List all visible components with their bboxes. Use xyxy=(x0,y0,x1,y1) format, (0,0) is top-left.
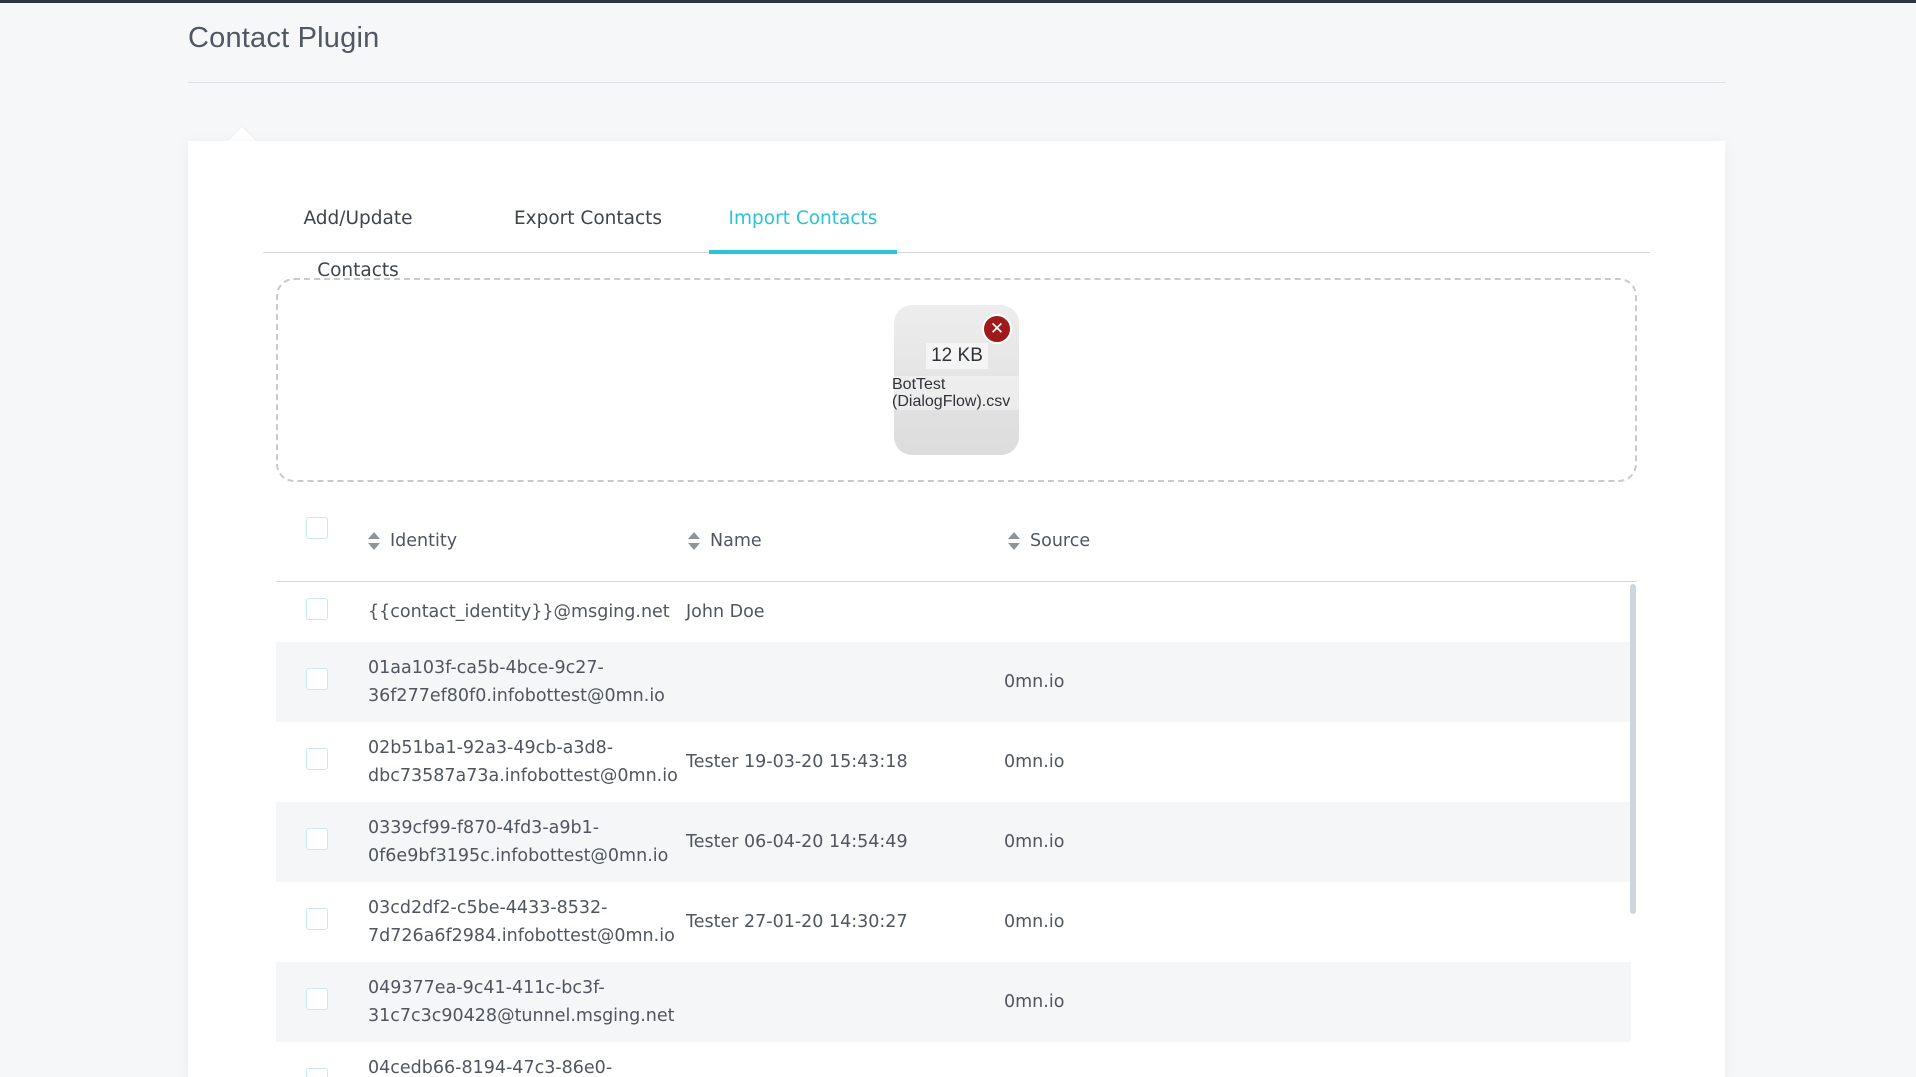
page-title: Contact Plugin xyxy=(188,22,380,54)
row-checkbox[interactable] xyxy=(306,988,328,1010)
sort-icon xyxy=(368,532,380,550)
row-checkbox[interactable] xyxy=(306,668,328,690)
table-scrollbar[interactable] xyxy=(1630,584,1636,914)
identity-cell: 04cedb66-8194-47c3-86e0- xyxy=(368,1058,613,1077)
row-checkbox[interactable] xyxy=(306,908,328,930)
contacts-table: {{contact_identity}}@msging.net John Doe… xyxy=(276,582,1637,1077)
table-row[interactable]: 01aa103f-ca5b-4bce-9c27-36f277ef80f0.inf… xyxy=(276,642,1631,722)
table-row[interactable]: 03cd2df2-c5be-4433-8532-7d726a6f2984.inf… xyxy=(276,882,1631,962)
name-cell: Tester 19-03-20 15:43:18 xyxy=(686,752,908,772)
source-cell: 0mn.io xyxy=(1004,672,1065,692)
name-cell: Tester 27-01-20 14:30:27 xyxy=(686,912,908,932)
tab-bar: Add/Update Contacts Export Contacts Impo… xyxy=(263,193,1650,281)
row-checkbox[interactable] xyxy=(306,598,328,620)
identity-cell: 0339cf99-f870-4fd3-a9b1-0f6e9bf3195c.inf… xyxy=(368,818,669,866)
identity-cell: 03cd2df2-c5be-4433-8532-7d726a6f2984.inf… xyxy=(368,898,675,946)
select-all-checkbox[interactable] xyxy=(306,517,328,539)
file-name: BotTest (DialogFlow).csv xyxy=(892,376,1027,410)
identity-cell: 049377ea-9c41-411c-bc3f-31c7c3c90428@tun… xyxy=(368,978,675,1026)
table-row[interactable]: 0339cf99-f870-4fd3-a9b1-0f6e9bf3195c.inf… xyxy=(276,802,1631,882)
name-cell: John Doe xyxy=(686,602,765,622)
remove-file-button[interactable]: ✕ xyxy=(982,314,1012,344)
file-size: 12 KB xyxy=(926,343,988,369)
close-icon: ✕ xyxy=(989,319,1005,339)
row-checkbox[interactable] xyxy=(306,748,328,770)
source-cell: 0mn.io xyxy=(1004,912,1065,932)
column-header-source[interactable]: Source xyxy=(1008,526,1090,556)
table-row[interactable]: 02b51ba1-92a3-49cb-a3d8-dbc73587a73a.inf… xyxy=(276,722,1631,802)
row-checkbox[interactable] xyxy=(306,1068,328,1077)
tab-export-contacts[interactable]: Export Contacts xyxy=(513,193,663,253)
source-cell: 0mn.io xyxy=(1004,752,1065,772)
table-header: Identity Name Source xyxy=(276,503,1637,582)
identity-cell: 02b51ba1-92a3-49cb-a3d8-dbc73587a73a.inf… xyxy=(368,738,678,786)
column-label: Identity xyxy=(390,531,458,551)
identity-cell: 01aa103f-ca5b-4bce-9c27-36f277ef80f0.inf… xyxy=(368,658,665,706)
table-row[interactable]: {{contact_identity}}@msging.net John Doe xyxy=(276,582,1631,642)
row-checkbox[interactable] xyxy=(306,828,328,850)
sort-icon xyxy=(1008,532,1020,550)
sort-icon xyxy=(688,532,700,550)
column-header-identity[interactable]: Identity xyxy=(368,526,457,556)
table-row[interactable]: 04cedb66-8194-47c3-86e0- xyxy=(276,1042,1631,1077)
table-row[interactable]: 049377ea-9c41-411c-bc3f-31c7c3c90428@tun… xyxy=(276,962,1631,1042)
card-notch xyxy=(228,127,256,141)
column-label: Source xyxy=(1030,531,1091,551)
source-cell: 0mn.io xyxy=(1004,992,1065,1012)
identity-cell: {{contact_identity}}@msging.net xyxy=(368,602,670,622)
tab-import-contacts[interactable]: Import Contacts xyxy=(709,193,897,254)
column-label: Name xyxy=(710,531,762,551)
page-header: Contact Plugin xyxy=(188,0,1725,83)
tab-add-update-contacts[interactable]: Add/Update Contacts xyxy=(263,193,453,281)
name-cell: Tester 06-04-20 14:54:49 xyxy=(686,832,908,852)
column-header-name[interactable]: Name xyxy=(688,526,762,556)
source-cell: 0mn.io xyxy=(1004,832,1065,852)
